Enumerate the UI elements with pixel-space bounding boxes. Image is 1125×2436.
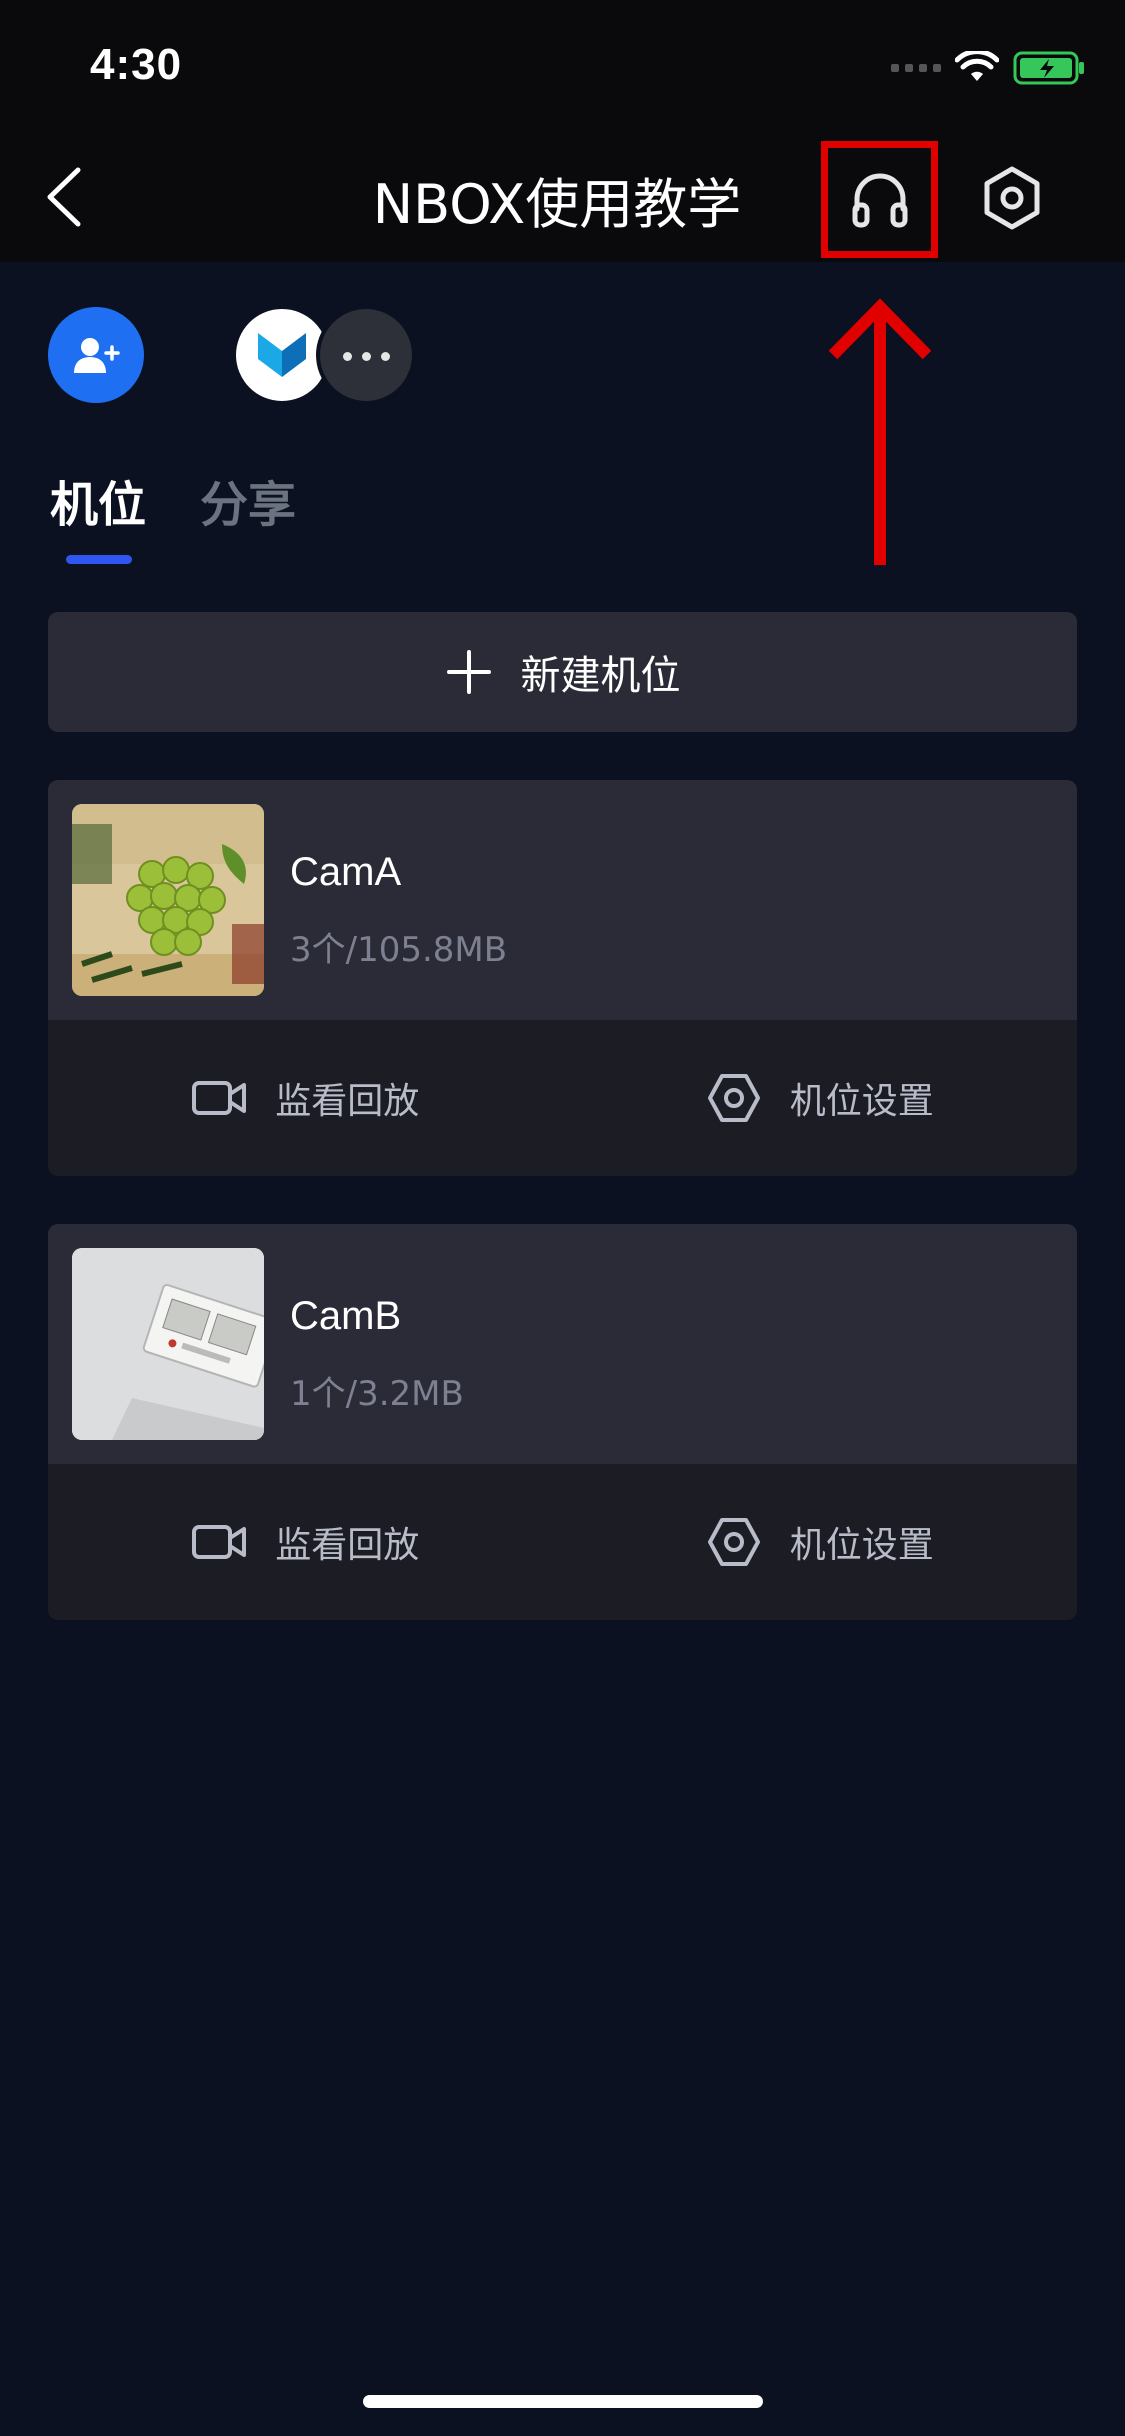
camera-card-header[interactable]: CamA 3个/105.8MB (48, 780, 1077, 1020)
position-settings-label: 机位设置 (789, 1081, 934, 1122)
camera-thumbnail (72, 804, 264, 996)
settings-button[interactable] (972, 158, 1052, 238)
logo-icon (258, 333, 306, 377)
battery-icon (1013, 51, 1084, 85)
new-position-label: 新建机位 (520, 653, 681, 699)
tab-positions[interactable]: 机位 (50, 465, 147, 564)
position-settings-label: 机位设置 (789, 1525, 934, 1566)
member-row (48, 305, 416, 405)
top-bar: 4:30 NBOX使用教学 (0, 0, 1125, 262)
position-settings-button[interactable]: 机位设置 (563, 1464, 1078, 1620)
playback-label: 监看回放 (275, 1081, 420, 1122)
settings-hex-icon (707, 1518, 760, 1566)
settings-hex-icon (707, 1074, 760, 1122)
camera-name: CamA (290, 850, 402, 894)
video-camera-icon (192, 1081, 247, 1115)
status-icons (891, 48, 1085, 88)
tab-share-label: 分享 (200, 477, 297, 533)
tab-share[interactable]: 分享 (200, 465, 296, 545)
new-position-button[interactable]: 新建机位 (48, 612, 1077, 732)
add-member-icon (74, 338, 120, 373)
playback-button[interactable]: 监看回放 (48, 1020, 563, 1176)
signal-icon (891, 64, 941, 72)
headset-icon (852, 173, 907, 227)
tab-bar: 机位 分享 (50, 465, 296, 564)
status-time: 4:30 (90, 40, 183, 89)
playback-button[interactable]: 监看回放 (48, 1464, 563, 1620)
camera-card-actions: 监看回放 机位设置 (48, 1020, 1077, 1176)
page-title: NBOX使用教学 (0, 160, 1125, 239)
video-camera-icon (192, 1525, 247, 1559)
camera-meta: 1个/3.2MB (290, 1374, 464, 1414)
annotation-arrow (828, 298, 932, 565)
camera-card-actions: 监看回放 机位设置 (48, 1464, 1077, 1620)
home-indicator[interactable] (363, 2395, 763, 2408)
more-icon (338, 346, 395, 365)
playback-label: 监看回放 (275, 1525, 420, 1566)
page-title-text: NBOX使用教学 (372, 173, 742, 236)
camera-card-header[interactable]: CamB 1个/3.2MB (48, 1224, 1077, 1464)
tab-positions-label: 机位 (50, 477, 147, 533)
plus-icon (446, 650, 491, 694)
camera-meta: 3个/105.8MB (290, 930, 508, 970)
more-members-button[interactable] (316, 305, 416, 405)
wifi-icon (955, 51, 999, 81)
position-settings-button[interactable]: 机位设置 (563, 1020, 1078, 1176)
add-member-button[interactable] (48, 307, 144, 403)
settings-icon (984, 166, 1040, 230)
camera-name: CamB (290, 1294, 402, 1338)
tab-active-indicator (66, 555, 132, 564)
camera-card[interactable]: CamA 3个/105.8MB 监看回放 机位设置 (48, 780, 1077, 1176)
camera-thumbnail (72, 1248, 264, 1440)
camera-card[interactable]: CamB 1个/3.2MB 监看回放 机位设置 (48, 1224, 1077, 1620)
customer-service-button[interactable] (821, 141, 938, 258)
